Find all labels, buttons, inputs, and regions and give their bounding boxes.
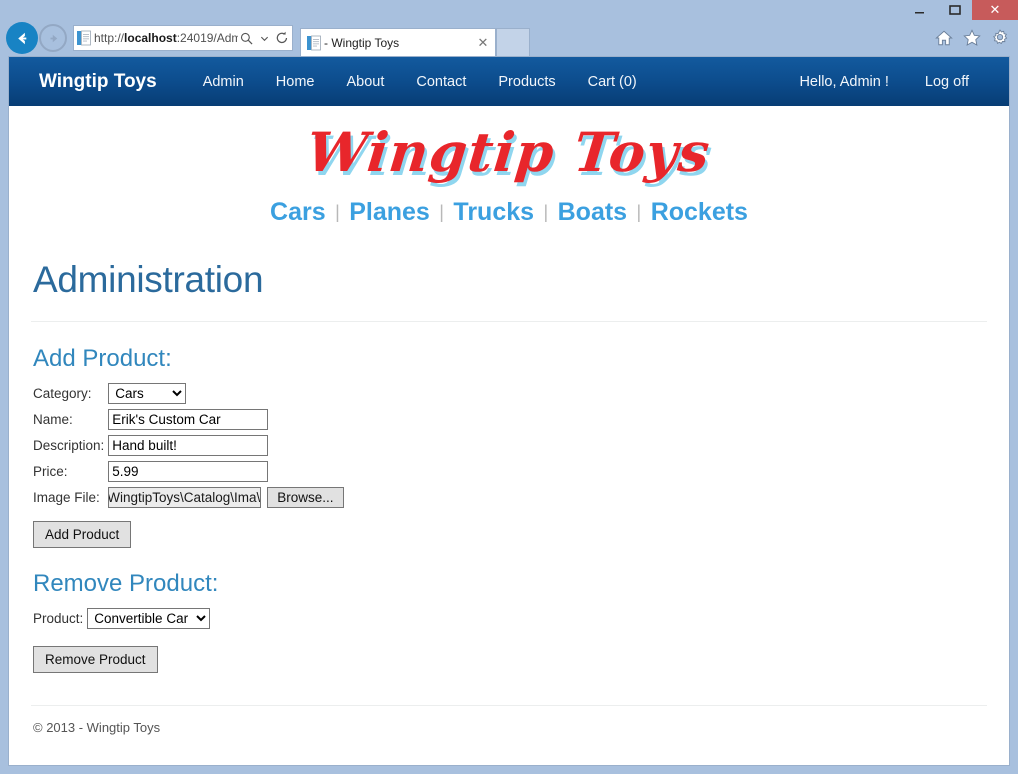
category-nav: Cars | Planes | Trucks | Boats | Rockets [31, 184, 987, 231]
title-bar: ✕ [0, 0, 1018, 20]
refresh-icon[interactable] [274, 28, 290, 48]
category-separator: | [636, 202, 642, 222]
page-viewport: Wingtip Toys Admin Home About Contact Pr… [8, 56, 1010, 766]
price-input[interactable] [108, 461, 269, 482]
home-icon[interactable] [934, 28, 954, 48]
form-row-image: Image File: \WingtipToys\Catalog\Ima Bro… [33, 487, 344, 513]
description-input[interactable] [108, 435, 269, 456]
form-row-category: Category: Cars [33, 383, 344, 409]
description-field-cell [108, 435, 343, 461]
back-arrow-icon [17, 32, 26, 44]
search-icon[interactable] [238, 28, 254, 48]
name-field-cell [108, 409, 343, 435]
category-link-boats[interactable]: Boats [558, 198, 627, 226]
name-label: Name: [33, 412, 73, 427]
minimize-button[interactable] [902, 0, 937, 20]
add-product-form: Category: Cars Name: Description: [33, 383, 344, 513]
back-button[interactable] [6, 22, 38, 54]
add-product-heading: Add Product: [33, 345, 172, 372]
maximize-button[interactable] [937, 0, 972, 20]
tab-page-icon [307, 35, 321, 50]
new-tab-button[interactable] [496, 28, 530, 56]
page-icon [77, 30, 91, 46]
category-separator: | [543, 202, 549, 222]
tab-strip: - Wingtip Toys ✕ [300, 20, 530, 56]
form-row-description: Description: [33, 435, 344, 461]
browser-tab[interactable]: - Wingtip Toys ✕ [300, 28, 496, 56]
primary-nav: Admin Home About Contact Products Cart (… [187, 74, 653, 90]
copyright-text: © 2013 - Wingtip Toys [33, 720, 161, 735]
close-button[interactable]: ✕ [972, 0, 1018, 20]
site-navbar: Wingtip Toys Admin Home About Contact Pr… [9, 57, 1009, 106]
minimize-icon [915, 11, 924, 13]
logo-container: Wingtip Toys [31, 106, 987, 184]
nav-item-products[interactable]: Products [482, 74, 571, 90]
category-select[interactable]: Cars [108, 383, 187, 404]
browser-command-icons [934, 28, 1010, 48]
star-icon[interactable] [962, 28, 982, 48]
category-link-rockets[interactable]: Rockets [651, 198, 748, 226]
category-link-planes[interactable]: Planes [349, 198, 430, 226]
nav-item-cart[interactable]: Cart (0) [572, 74, 653, 90]
category-separator: | [439, 202, 444, 222]
site-logo: Wingtip Toys [304, 120, 714, 184]
nav-item-about[interactable]: About [330, 74, 400, 90]
tab-close-icon[interactable]: ✕ [475, 35, 491, 51]
forward-arrow-icon [50, 34, 57, 42]
name-input[interactable] [108, 409, 269, 430]
remove-product-heading: Remove Product: [33, 570, 219, 597]
image-field-cell: \WingtipToys\Catalog\Ima Browse... [108, 487, 344, 513]
nav-item-contact[interactable]: Contact [400, 74, 482, 90]
chevron-down-icon[interactable] [256, 28, 272, 48]
site-footer: © 2013 - Wingtip Toys [31, 706, 987, 735]
form-row-price: Price: [33, 461, 344, 487]
product-field-cell: Convertible Car [87, 608, 211, 634]
url-host: localhost [124, 31, 177, 45]
url-scheme: http:// [94, 31, 125, 45]
close-icon: ✕ [989, 2, 1001, 17]
category-link-trucks[interactable]: Trucks [453, 198, 534, 226]
user-greeting[interactable]: Hello, Admin ! [781, 74, 906, 90]
category-field-cell: Cars [108, 383, 343, 409]
url-text: http://localhost:24019/Admin/A [94, 30, 238, 46]
browser-window: ✕ http://localhost:24019/Adm - Wingtip T… [0, 0, 1018, 774]
remove-product-button[interactable]: Remove Product [33, 646, 158, 673]
user-nav: Hello, Admin ! Log off [781, 74, 987, 90]
browser-toolbar: http://localhost:24019/Admin/A [0, 20, 1018, 56]
file-path-text: \WingtipToys\Catalog\Ima [108, 487, 262, 508]
product-label: Product: [33, 611, 84, 626]
forward-button[interactable] [39, 24, 67, 52]
main-content: Administration Add Product: Category: Ca… [9, 259, 1009, 735]
address-bar[interactable]: http://localhost:24019/Admin/A [73, 25, 293, 51]
category-link-cars[interactable]: Cars [270, 198, 326, 226]
remove-product-form: Product: Convertible Car [33, 608, 211, 634]
price-label: Price: [33, 464, 68, 479]
nav-item-admin[interactable]: Admin [187, 74, 260, 90]
category-separator: | [335, 202, 340, 222]
window-controls: ✕ [902, 0, 1018, 20]
category-label: Category: [33, 386, 92, 401]
title-divider [31, 321, 987, 322]
address-bar-icons [238, 28, 290, 48]
form-row-name: Name: [33, 409, 344, 435]
file-input[interactable]: \WingtipToys\Catalog\Ima Browse... [108, 487, 344, 508]
description-label: Description: [33, 438, 105, 453]
maximize-icon [948, 5, 961, 15]
image-file-label: Image File: [33, 490, 100, 505]
site-header: Wingtip Toys Cars | Planes | Trucks | Bo… [9, 106, 1009, 231]
product-select[interactable]: Convertible Car [87, 608, 211, 629]
nav-item-home[interactable]: Home [260, 74, 331, 90]
tab-title: - Wingtip Toys [324, 35, 400, 50]
price-field-cell [108, 461, 343, 487]
gear-icon[interactable] [990, 28, 1010, 48]
url-path: :24019/Admin/A [176, 31, 238, 45]
logoff-link[interactable]: Log off [907, 74, 987, 90]
page-title: Administration [33, 259, 264, 300]
browse-button[interactable]: Browse... [267, 487, 344, 508]
site-brand[interactable]: Wingtip Toys [39, 71, 157, 93]
form-row-product: Product: Convertible Car [33, 608, 211, 634]
add-product-button[interactable]: Add Product [33, 521, 132, 548]
